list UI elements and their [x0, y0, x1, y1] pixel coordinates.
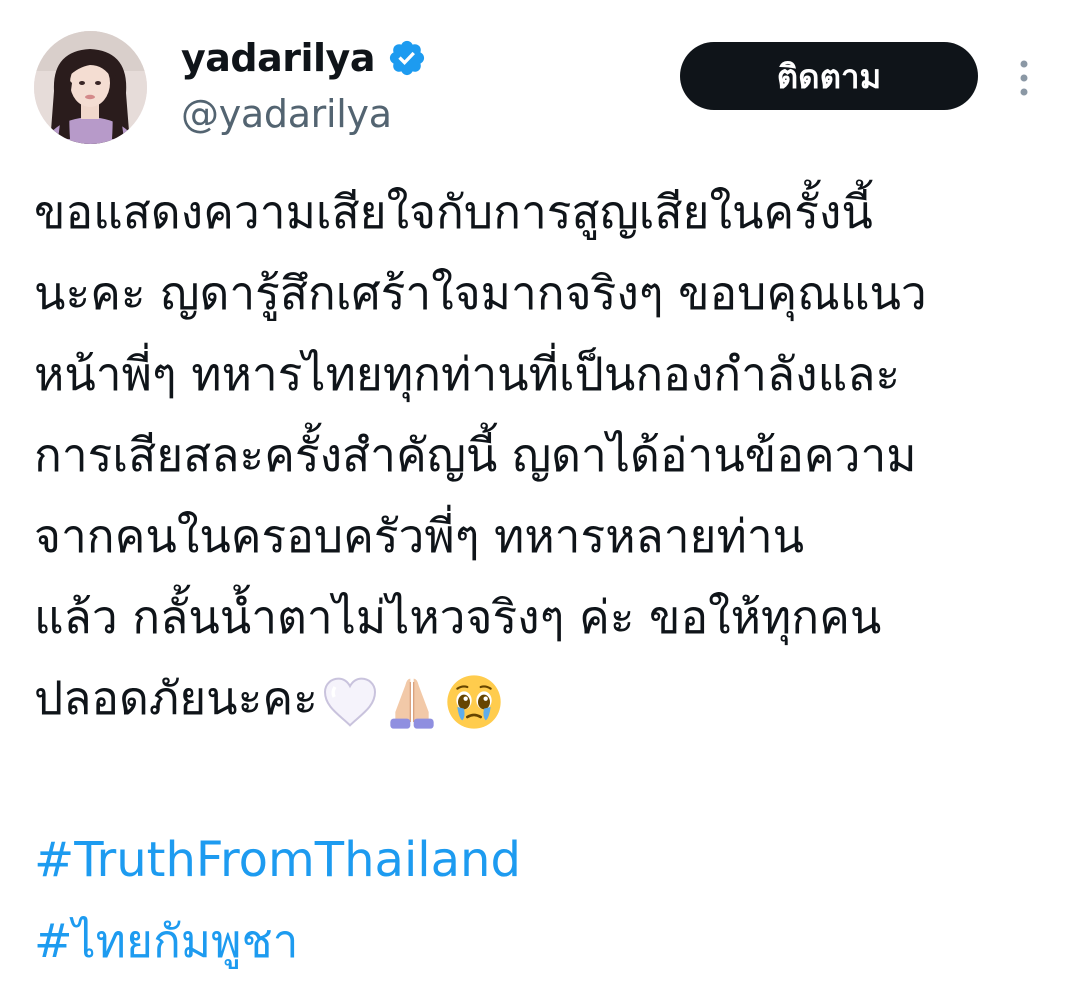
tweet-line: ขอแสดงความเสียใจกับการสูญเสียในครั้งนี้: [34, 185, 873, 239]
hashtag-link[interactable]: #TruthFromThailand: [34, 820, 1044, 901]
pleading-face-icon: [447, 674, 501, 729]
tweet-line: จากคนในครอบครัวพี่ๆ ทหารหลายท่าน: [34, 509, 805, 563]
tweet-line: นะคะ ญดารู้สึกเศร้าใจมากจริงๆ ขอบคุณแนว: [34, 266, 927, 320]
folded-hands-icon: [390, 678, 434, 729]
tweet-line: แล้ว กลั้นน้ำตาไม่ไหวจริงๆ ค่ะ ขอให้ทุกค…: [34, 590, 882, 644]
tweet-line: การเสียสละครั้งสำคัญนี้ ญดาได้อ่านข้อควา…: [34, 428, 917, 482]
white-heart-icon: [323, 677, 376, 727]
avatar[interactable]: [34, 31, 147, 144]
user-handle[interactable]: @yadarilya: [181, 86, 392, 142]
emoji-row: [320, 672, 506, 732]
avatar-image: [34, 31, 147, 144]
name-row: yadarilya: [181, 30, 427, 86]
more-vertical-icon: [1020, 60, 1028, 96]
display-name[interactable]: yadarilya: [181, 30, 375, 86]
tweet-line-last: ปลอดภัยนะคะ: [34, 658, 1044, 739]
follow-button[interactable]: ติดตาม: [680, 42, 978, 110]
tweet-header: yadarilya @yadarilya ติดตาม: [0, 0, 1080, 150]
tweet-text: ขอแสดงความเสียใจกับการสูญเสียในครั้งนี้ …: [34, 172, 1044, 982]
verified-badge-icon: [387, 38, 427, 78]
more-options-button[interactable]: [1004, 56, 1044, 100]
hashtag-link[interactable]: #ไทยกัมพูชา: [34, 901, 1044, 982]
tweet-line-text: ปลอดภัยนะคะ: [34, 671, 318, 725]
tweet-line: หน้าพี่ๆ ทหารไทยทุกท่านที่เป็นกองกำลังแล…: [34, 347, 901, 401]
